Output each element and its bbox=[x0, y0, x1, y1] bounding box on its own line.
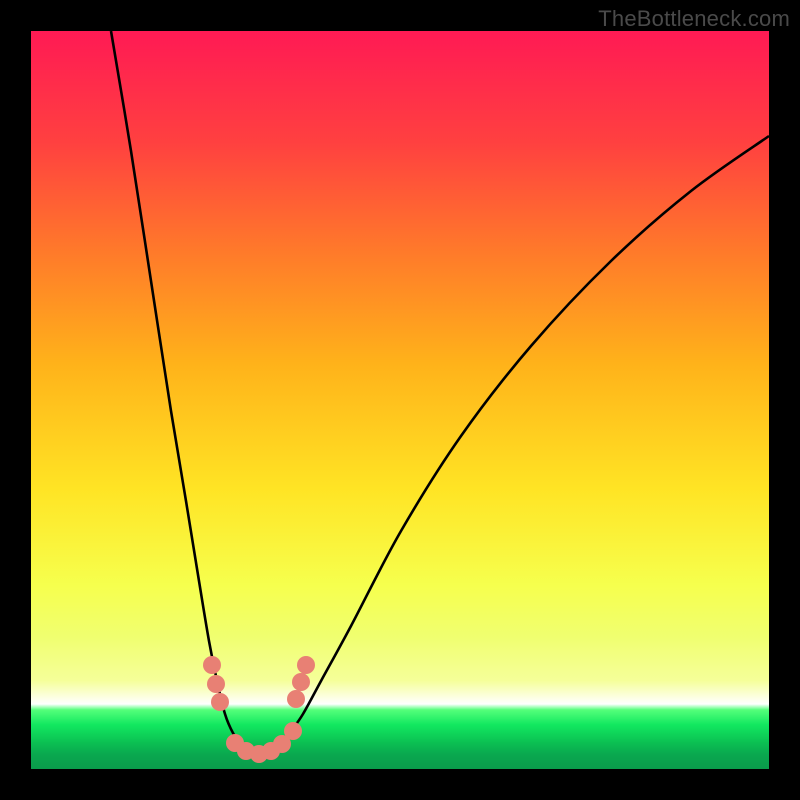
curve-marker bbox=[207, 675, 225, 693]
watermark-text: TheBottleneck.com bbox=[598, 6, 790, 32]
curve-marker bbox=[284, 722, 302, 740]
bottleneck-curve-svg bbox=[31, 31, 769, 769]
curve-marker bbox=[211, 693, 229, 711]
curve-marker bbox=[292, 673, 310, 691]
curve-marker-group bbox=[203, 656, 315, 763]
curve-marker bbox=[287, 690, 305, 708]
curve-marker bbox=[203, 656, 221, 674]
curve-marker bbox=[297, 656, 315, 674]
chart-plot-area bbox=[31, 31, 769, 769]
bottleneck-curve-path bbox=[111, 31, 769, 754]
